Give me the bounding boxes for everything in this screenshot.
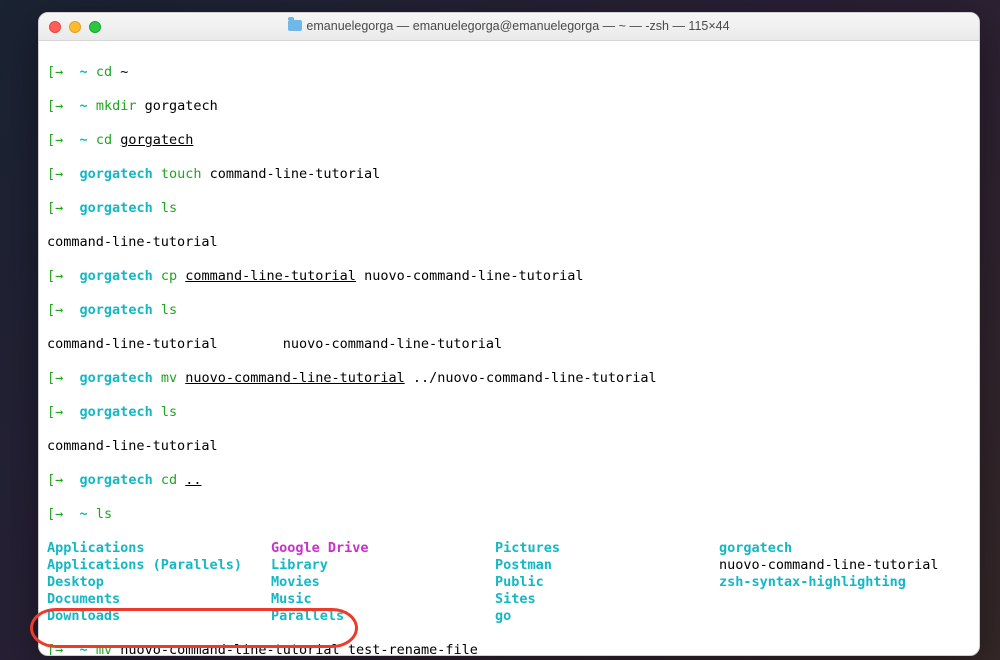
list-item: Documents [47,591,271,608]
window-title: emanuelegorga — emanuelegorga@emanuelego… [39,18,979,35]
prompt-line: [→ ~ mkdir gorgatech [47,98,971,115]
prompt-line: [→ ~ cd gorgatech [47,132,971,149]
list-item: zsh-syntax-highlighting [719,574,943,591]
close-icon[interactable] [49,21,61,33]
titlebar: emanuelegorga — emanuelegorga@emanuelego… [39,13,979,41]
ls-output-1: ApplicationsApplications (Parallels)Desk… [47,540,971,625]
list-item: nuovo-command-line-tutorial [719,557,943,574]
output-line: command-line-tutorial nuovo-command-line… [47,336,971,353]
prompt-line: [→ gorgatech cd .. [47,472,971,489]
output-line: command-line-tutorial [47,234,971,251]
list-item: Downloads [47,608,271,625]
list-item: go [495,608,719,625]
minimize-icon[interactable] [69,21,81,33]
terminal-window: emanuelegorga — emanuelegorga@emanuelego… [38,12,980,656]
list-item: Applications [47,540,271,557]
prompt-line: [→ ~ ls [47,506,971,523]
list-item: Applications (Parallels) [47,557,271,574]
list-item: Public [495,574,719,591]
list-item: Postman [495,557,719,574]
list-item: Sites [495,591,719,608]
list-item: Google Drive [271,540,495,557]
prompt-line: [→ gorgatech ls [47,302,971,319]
list-item: Parallels [271,608,495,625]
prompt-line: [→ gorgatech cp command-line-tutorial nu… [47,268,971,285]
prompt-line: [→ ~ mv nuovo-command-line-tutorial test… [47,642,971,655]
traffic-lights [49,21,101,33]
list-item: Library [271,557,495,574]
list-item: Movies [271,574,495,591]
list-item: Pictures [495,540,719,557]
prompt-line: [→ gorgatech touch command-line-tutorial [47,166,971,183]
list-item: gorgatech [719,540,943,557]
prompt-line: [→ gorgatech ls [47,200,971,217]
prompt-line: [→ ~ cd ~ [47,64,971,81]
title-text: emanuelegorga — emanuelegorga@emanuelego… [306,19,729,33]
folder-icon [288,20,302,31]
output-line: command-line-tutorial [47,438,971,455]
maximize-icon[interactable] [89,21,101,33]
list-item: Music [271,591,495,608]
prompt-line: [→ gorgatech ls [47,404,971,421]
list-item: Desktop [47,574,271,591]
terminal-body[interactable]: [→ ~ cd ~ [→ ~ mkdir gorgatech [→ ~ cd g… [39,41,979,655]
prompt-line: [→ gorgatech mv nuovo-command-line-tutor… [47,370,971,387]
